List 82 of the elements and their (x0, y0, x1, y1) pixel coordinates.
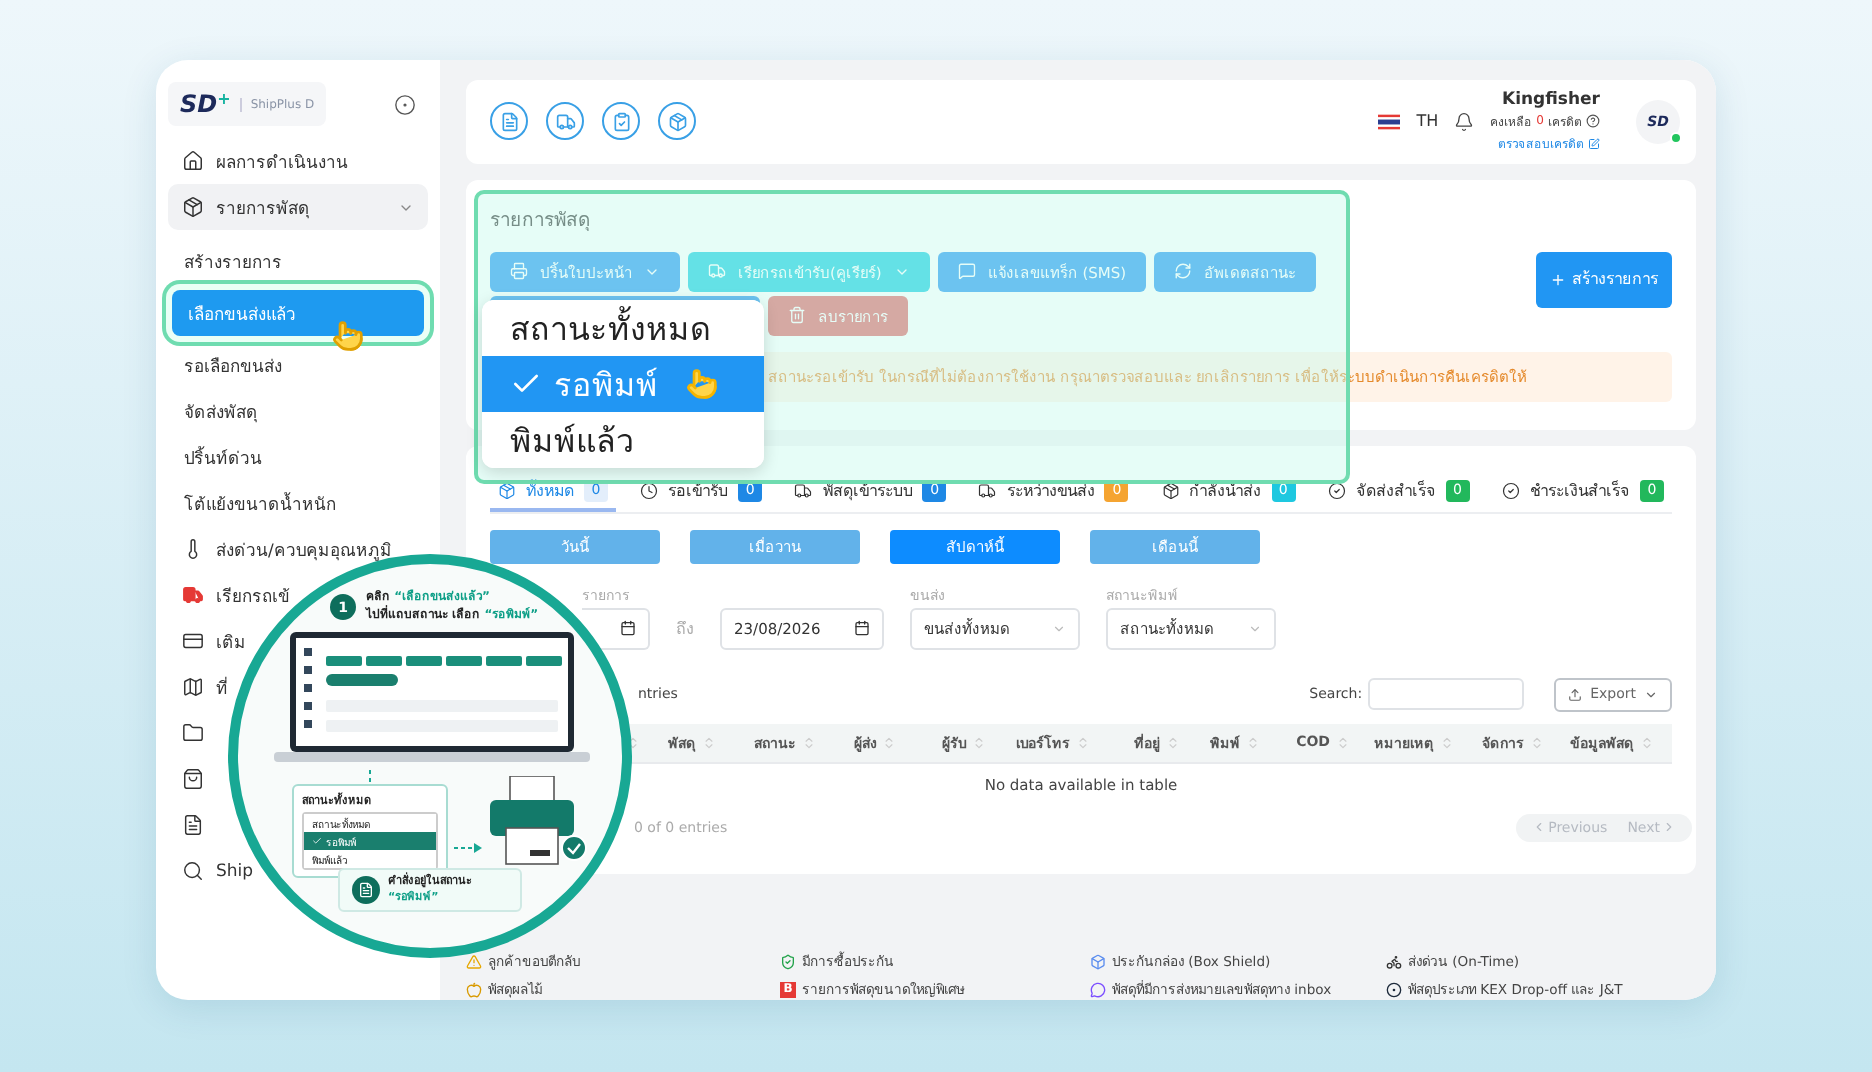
bell-icon[interactable] (1454, 111, 1475, 132)
check-icon (312, 836, 322, 846)
sort-icon (972, 735, 986, 750)
nav-item[interactable]: เรียกรถเข้ (168, 572, 304, 618)
dark-circle-icon (1386, 981, 1402, 997)
dropdown-option[interactable]: สถานะทั้งหมด (482, 300, 764, 356)
calendar-icon (854, 620, 870, 637)
truck-icon (978, 481, 997, 500)
flag-icon[interactable] (1378, 113, 1401, 130)
sort-icon (1440, 735, 1454, 750)
language-label[interactable]: TH (1416, 112, 1439, 131)
message-icon (957, 262, 976, 281)
sort-icon (1530, 735, 1544, 750)
chat-icon (1090, 981, 1106, 997)
warning-icon (466, 953, 482, 969)
sort-icon (1166, 735, 1180, 750)
chevron-icon (1248, 621, 1262, 636)
chevron-right-icon (1662, 820, 1676, 835)
clipboard-icon[interactable] (602, 102, 640, 141)
nav-item[interactable]: ผลการดำเนินงาน (168, 138, 362, 184)
sort-icon (702, 735, 716, 750)
box-icon (1161, 481, 1180, 500)
sort-icon (1336, 735, 1350, 750)
refresh-icon (1174, 262, 1193, 281)
truck-icon[interactable] (546, 102, 584, 141)
nav-subitem[interactable]: โต้แย้งขนาดน้ำหนัก (168, 480, 352, 526)
online-dot (1670, 131, 1682, 144)
hand-pointer-icon (332, 320, 364, 352)
upload-icon (1568, 687, 1583, 702)
to-label: ถึง (676, 617, 694, 642)
chevron-icon (1052, 621, 1066, 636)
plus-icon (1550, 271, 1566, 288)
check-circle-icon (1327, 481, 1346, 500)
hand-pointer-icon (686, 368, 718, 400)
chevron-icon (1644, 687, 1658, 702)
nav-item[interactable]: ส่งด่วน/ควบคุมอุณหภูมิ (168, 526, 406, 572)
user-name: Kingfisher (1501, 89, 1600, 110)
house-icon (182, 150, 204, 172)
document-icon (352, 876, 380, 904)
nav-item[interactable]: เติม (168, 618, 260, 664)
sort-icon (882, 735, 896, 750)
nav-subitem[interactable]: รอเลือกขนส่ง (168, 342, 298, 388)
chevron-left-icon (1532, 820, 1547, 835)
sort-icon (802, 735, 816, 750)
edit-icon (1588, 137, 1600, 150)
box-icon[interactable] (658, 102, 696, 141)
sort-icon (1076, 735, 1090, 750)
sort-icon (1640, 735, 1654, 750)
printer-drawing (486, 776, 590, 868)
shield-icon (780, 953, 796, 969)
section-title: รายการพัสดุ (490, 207, 592, 234)
clock-icon (640, 481, 659, 500)
help-icon[interactable] (1586, 114, 1600, 129)
truck-icon (794, 481, 813, 500)
nav-item[interactable]: รายการพัสดุ (168, 184, 428, 230)
box-icon (1090, 953, 1106, 969)
printer-icon (510, 262, 528, 281)
check-circle-icon (1501, 481, 1520, 500)
nav-item[interactable]: Ship (168, 848, 268, 894)
fruit-icon (466, 981, 482, 997)
card-icon (182, 630, 204, 652)
nav-subitem[interactable]: จัดส่งพัสดุ (168, 388, 274, 434)
nav-item[interactable]: ที่ (168, 664, 242, 710)
sort-icon (1246, 735, 1260, 750)
trash-icon (788, 306, 806, 325)
nav-subitem[interactable]: สร้างรายการ (168, 238, 298, 284)
box-icon (498, 481, 516, 500)
nav-subitem[interactable]: ปริ้นท์ด่วน (168, 434, 278, 480)
truck-icon (182, 584, 204, 606)
rider-icon (1386, 953, 1402, 969)
dashed-arrow (454, 842, 482, 854)
document-icon[interactable] (490, 102, 528, 141)
folder-icon (182, 722, 204, 744)
truck-icon (708, 262, 726, 281)
search-field[interactable] (1368, 678, 1525, 711)
map-icon (182, 676, 204, 698)
document-icon (182, 814, 204, 836)
dropdown-option[interactable]: พิมพ์แล้ว (482, 412, 764, 468)
box-icon (182, 196, 204, 218)
bag-icon (182, 768, 204, 790)
search-icon (182, 860, 204, 882)
calendar-icon (620, 620, 636, 637)
